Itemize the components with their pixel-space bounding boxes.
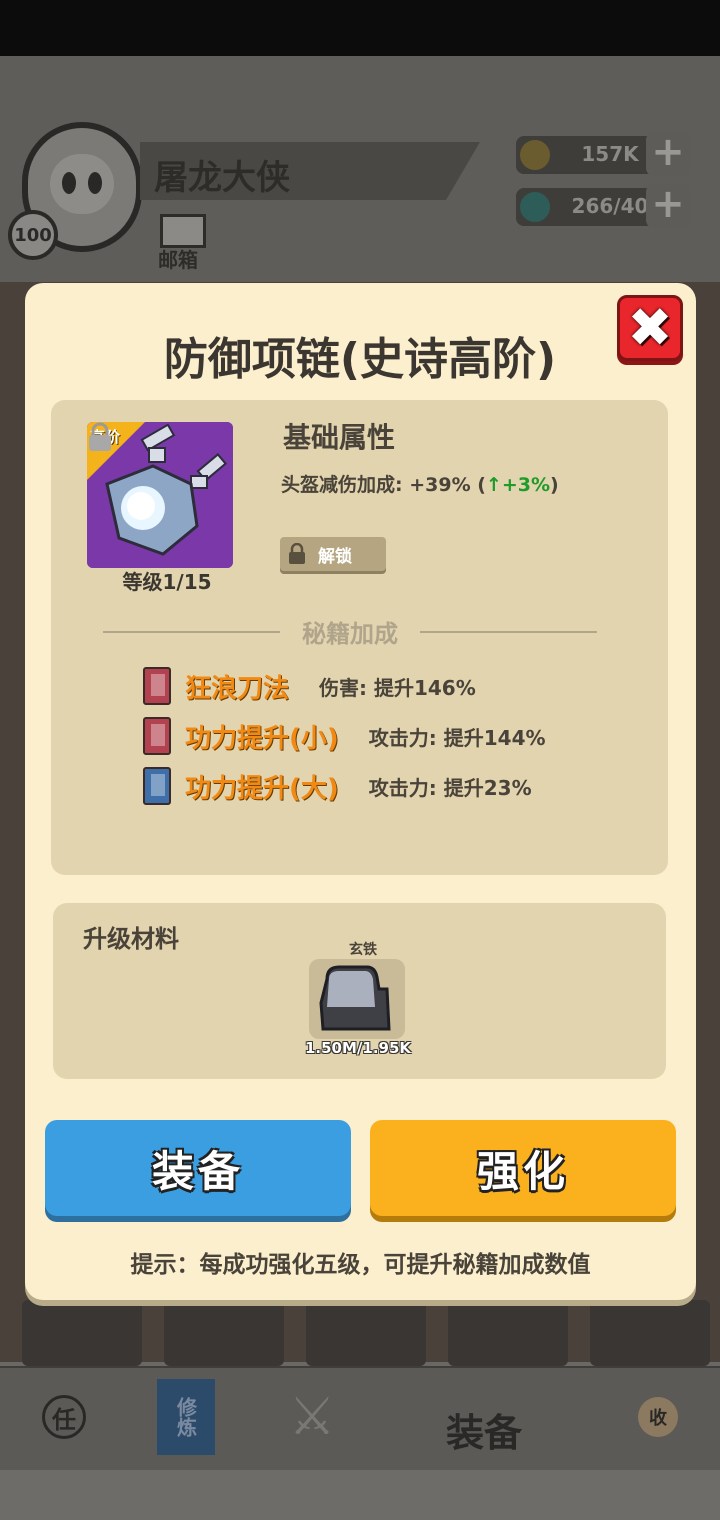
nav-cultivate-label: 修炼 [157, 1379, 215, 1455]
add-gems-button[interactable]: + [646, 184, 690, 228]
equip-label: 装备 [151, 1146, 244, 1196]
gem-resource-bar: 266/40 + [516, 184, 690, 228]
bonus-effect: 攻击力: 提升144% [368, 725, 546, 750]
nav-collect[interactable]: 收 [608, 1372, 708, 1462]
status-bar [0, 0, 720, 56]
avatar-eye-left [62, 172, 76, 194]
upgrade-materials-panel: 升级材料 玄铁 1.50M/1.95K [53, 903, 666, 1079]
avatar-face [50, 154, 114, 214]
bonus-effect: 攻击力: 提升23% [368, 775, 532, 800]
unlock-button[interactable]: 解锁 [280, 537, 386, 571]
lock-icon [289, 543, 305, 564]
upgrade-button[interactable]: 强化 [370, 1120, 676, 1216]
bg-equipment-slot [306, 1300, 426, 1366]
bonus-row: 狂浪刀法 伤害: 提升146% [143, 666, 476, 706]
nav-tasks-label: 任 [42, 1395, 86, 1439]
player-name: 屠龙大侠 [154, 158, 290, 198]
material-name: 玄铁 [349, 942, 377, 958]
close-icon: ✖ [627, 296, 673, 359]
secret-bonus-divider: 秘籍加成 [103, 614, 597, 649]
bonus-effect: 伤害: 提升146% [319, 675, 476, 700]
stat-line: 头盔减伤加成: +39% (↑+3%) [281, 470, 559, 497]
bonus-name: 狂浪刀法 [185, 673, 290, 704]
material-count: 1.50M/1.95K [304, 1039, 412, 1057]
red-book-icon [143, 667, 171, 705]
bg-equipment-slot [448, 1300, 568, 1366]
bg-equipment-slot [164, 1300, 284, 1366]
system-nav-bar [0, 1470, 720, 1520]
item-level: 等级1/15 [122, 570, 212, 594]
nav-cultivate[interactable]: 修炼 [136, 1372, 236, 1462]
bonus-name: 功力提升(小) [185, 723, 339, 754]
item-detail-modal: 防御项链(史诗高阶) ✖ 高阶 等级1/15 基础属性 头盔减伤加 [25, 283, 696, 1300]
lock-icon [89, 422, 111, 451]
bg-equipment-slot [590, 1300, 710, 1366]
stat-close-paren: ) [550, 474, 559, 496]
nav-equip-active[interactable]: 装备 [446, 1402, 522, 1457]
stat-text: 头盔减伤加成: +39% ( [281, 474, 486, 496]
coin-value: 157K [581, 142, 639, 166]
tip-text: 提示：每成功强化五级，可提升秘籍加成数值 [130, 1252, 591, 1278]
nav-battle[interactable]: ⚔ [262, 1372, 362, 1462]
crossed-swords-icon: ⚔ [288, 1387, 336, 1447]
item-info-panel: 高阶 等级1/15 基础属性 头盔减伤加成: +39% (↑+3%) 解锁 秘籍… [51, 400, 668, 875]
nav-tasks[interactable]: 任 [14, 1372, 114, 1462]
modal-title: 防御项链(史诗高阶) [163, 334, 557, 385]
coin-resource-bar: 157K + [516, 132, 690, 176]
upgrade-label: 强化 [476, 1146, 569, 1196]
secret-bonus-title: 秘籍加成 [302, 620, 398, 648]
base-attributes-title: 基础属性 [283, 421, 396, 454]
bonus-name: 功力提升(大) [185, 773, 339, 804]
blue-book-icon [143, 767, 171, 805]
mail-label: 邮箱 [158, 248, 198, 272]
materials-title: 升级材料 [83, 925, 179, 953]
necklace-item-icon: 高阶 [87, 422, 233, 568]
add-coins-button[interactable]: + [646, 132, 690, 176]
player-level-badge: 100 [8, 210, 58, 260]
gem-icon [520, 192, 550, 222]
iron-ore-icon [319, 965, 391, 1031]
equip-button[interactable]: 装备 [45, 1120, 351, 1216]
stat-up-arrow-icon: ↑ [485, 474, 502, 496]
stat-up-value: +3% [501, 474, 551, 496]
coin-icon [520, 140, 550, 170]
bg-equipment-slot [22, 1300, 142, 1366]
unlock-label: 解锁 [318, 546, 352, 567]
divider-line [103, 630, 280, 633]
nav-collect-label: 收 [638, 1397, 678, 1437]
bonus-row: 功力提升(大) 攻击力: 提升23% [143, 766, 532, 806]
close-button[interactable]: ✖ [617, 295, 683, 361]
mail-icon[interactable] [160, 214, 206, 248]
avatar-eye-right [88, 172, 102, 194]
bonus-row: 功力提升(小) 攻击力: 提升144% [143, 716, 546, 756]
red-book-icon [143, 717, 171, 755]
divider-line [420, 630, 597, 633]
gem-value: 266/40 [571, 194, 649, 218]
material-slot[interactable] [309, 959, 405, 1039]
